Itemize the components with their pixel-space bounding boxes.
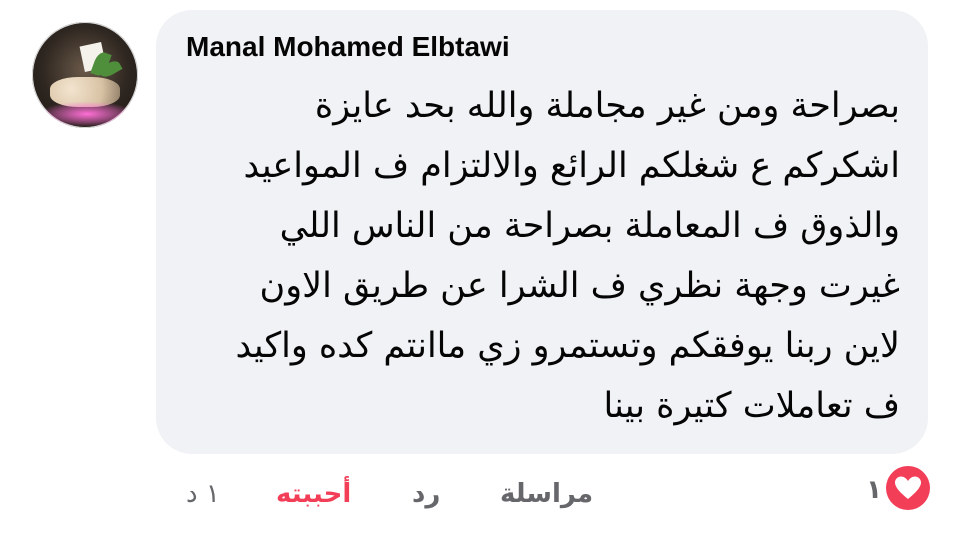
comment-timestamp[interactable]: ١ د: [186, 474, 220, 514]
message-button[interactable]: مراسلة: [500, 474, 593, 514]
comment-text-line: اشكركم ع شغلكم الرائع والالتزام ف المواع…: [243, 146, 900, 186]
heart-icon: [886, 466, 930, 510]
like-button[interactable]: أحببته: [276, 474, 351, 514]
comment-text-line: ف تعاملات كتيرة بينا: [603, 386, 901, 426]
reaction-summary[interactable]: ١: [834, 466, 930, 514]
comment-text-line: بصراحة ومن غير مجاملة والله بحد عايزة: [314, 86, 900, 126]
reply-button[interactable]: رد: [412, 474, 440, 514]
reaction-count: ١: [866, 475, 882, 505]
comment-text-line: لاين ربنا يوفقكم وتستمرو زي ماانتم كده و…: [235, 326, 900, 366]
comment-text-line: والذوق ف المعاملة بصراحة من الناس اللي: [279, 206, 900, 246]
comment: Manal Mohamed Elbtawi بصراحة ومن غير مجا…: [0, 0, 960, 549]
comment-author[interactable]: Manal Mohamed Elbtawi: [186, 31, 510, 63]
avatar-photo-glow: [42, 102, 132, 126]
comment-text-line: غيرت وجهة نظري ف الشرا عن طريق الاون: [259, 266, 900, 306]
avatar[interactable]: [32, 22, 138, 128]
comment-text: بصراحة ومن غير مجاملة والله بحد عايزة اش…: [180, 76, 900, 436]
